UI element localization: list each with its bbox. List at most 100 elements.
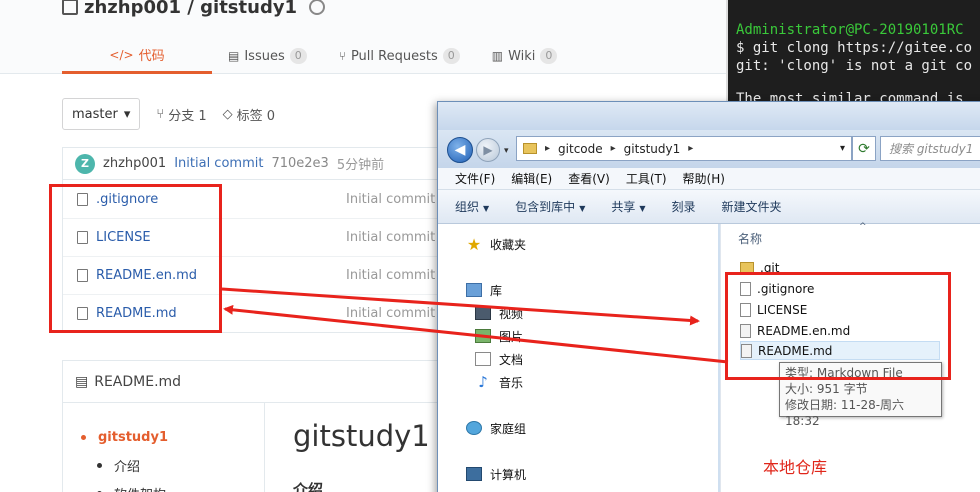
chevron-down-icon: ▾ [123,106,131,122]
burn-button[interactable]: 刻录 [672,198,696,215]
repo-name[interactable]: zhzhp001 / gitstudy1 [84,0,297,18]
nav-label: 库 [490,283,503,298]
branch-select[interactable]: master ▾ [62,98,141,130]
address-bar[interactable]: ▸ gitcode ▸ gitstudy1 ▸ ▾ [516,136,852,161]
column-header-name[interactable]: 名称 [738,230,762,247]
local-files-highlight [725,272,951,380]
nav-music[interactable]: ♪ 音乐 [475,372,523,392]
wiki-count-badge: 0 [540,48,558,64]
breadcrumb-item[interactable]: gitstudy1 [624,142,681,156]
refresh-icon[interactable]: ⟳ [852,136,876,161]
include-in-library-button[interactable]: 包含到库中 ▼ [515,198,585,215]
tab-issues[interactable]: ▤ Issues 0 [212,38,323,74]
breadcrumb-separator-icon[interactable]: ▸ [611,143,616,154]
readme-subtitle: 介绍 [293,481,324,492]
toc-item[interactable]: gitstudy1 [81,423,264,451]
share-label: 共享 [611,200,636,214]
bullet-icon [97,462,102,468]
terminal-output: git: 'clong' is not a git co [736,58,973,74]
readme-header: ▤ README.md [63,361,461,403]
breadcrumb-separator-icon[interactable]: ▸ [688,143,693,154]
branches-count: 分支 1 [168,108,207,124]
commit-message[interactable]: Initial commit [174,156,263,171]
branch-name: master [72,106,118,122]
toc-item[interactable]: 介绍 [81,451,264,479]
settings-icon[interactable] [309,0,326,15]
nav-video[interactable]: 视频 [475,303,523,323]
nav-computer[interactable]: 计算机 [466,464,526,484]
nav-documents[interactable]: 文档 [475,349,523,369]
file-commit-message[interactable]: Initial commit [346,192,435,207]
menu-help[interactable]: 帮助(H) [683,170,725,187]
navigation-pane: ★ 收藏夹 库 视频 图片 文档 ♪ 音乐 家庭组 计算机 [438,224,718,492]
branch-icon: ⑂ [156,106,165,122]
music-icon: ♪ [478,373,488,391]
nav-library[interactable]: 库 [466,280,502,300]
tab-wiki[interactable]: ▥ Wiki 0 [476,38,574,74]
explorer-command-bar: 组织 ▼ 包含到库中 ▼ 共享 ▼ 刻录 新建文件夹 [438,190,980,224]
readme-panel: ▤ README.md gitstudy1 介绍 软件架构 gitstudy1 … [62,360,462,492]
menu-file[interactable]: 文件(F) [455,170,495,187]
nav-pictures[interactable]: 图片 [475,326,523,346]
commit-author[interactable]: zhzhp001 [103,156,166,171]
file-commit-message[interactable]: Initial commit [346,268,435,283]
forward-icon[interactable]: ▶ [476,138,500,162]
explorer-menubar: 文件(F) 编辑(E) 查看(V) 工具(T) 帮助(H) [438,168,980,190]
tab-code-label: 代码 [138,49,165,64]
branch-row: master ▾ ⑂ 分支 1 ◇ 标签 0 [62,98,275,130]
tab-pull-requests[interactable]: ⑂ Pull Requests 0 [323,38,476,74]
breadcrumb-separator-icon[interactable]: ▸ [545,143,550,154]
wiki-icon: ▥ [491,49,504,63]
search-input[interactable]: 搜索 gitstudy1 [880,136,980,161]
commit-sha[interactable]: 710e2e3 [271,156,328,171]
readme-filename: README.md [94,373,182,390]
pull-requests-count-badge: 0 [442,48,460,64]
back-icon[interactable]: ◀ [447,137,473,163]
homegroup-icon [466,421,482,435]
tab-pull-requests-label: Pull Requests [350,48,438,64]
file-commit-message[interactable]: Initial commit [346,230,435,245]
branches-link[interactable]: ⑂ 分支 1 [156,105,206,124]
toc-label: 介绍 [114,459,141,475]
file-commit-message[interactable]: Initial commit [346,306,435,321]
nav-label: 视频 [499,306,524,321]
nav-label: 音乐 [499,375,524,390]
computer-icon [466,467,482,481]
explorer-titlebar[interactable] [438,102,980,130]
avatar[interactable]: Z [75,153,95,174]
local-repo-annotation: 本地仓库 [763,458,828,477]
toc-label: gitstudy1 [98,429,169,445]
repo-tabs: </> 代码 ▤ Issues 0 ⑂ Pull Requests 0 ▥ Wi… [62,38,573,74]
bullet-icon [81,434,86,440]
pictures-icon [475,329,491,343]
tooltip-size: 大小: 951 字节 [785,382,868,396]
organize-button[interactable]: 组织 ▼ [455,198,489,215]
toc-label: 软件架构 [114,484,166,492]
tags-link[interactable]: ◇ 标签 0 [223,105,275,124]
menu-view[interactable]: 查看(V) [568,170,610,187]
nav-label: 收藏夹 [490,237,527,252]
repo-title-bar: zhzhp001 / gitstudy1 [62,0,326,20]
nav-favorites[interactable]: ★ 收藏夹 [466,234,526,254]
organize-label: 组织 [455,200,480,214]
tab-code[interactable]: </> 代码 [62,38,212,74]
folder-icon [523,143,537,154]
toc-item[interactable]: 软件架构 [81,479,264,492]
code-icon: </> [109,47,134,62]
book-icon: ▤ [75,373,89,390]
sort-indicator-icon: ^ [859,222,867,232]
breadcrumb-item[interactable]: gitcode [558,142,603,156]
share-button[interactable]: 共享 ▼ [611,198,645,215]
latest-commit: Z zhzhp001 Initial commit 710e2e3 5分钟前 [62,147,462,179]
readme-toc: gitstudy1 介绍 软件架构 [63,403,265,492]
commit-time: 5分钟前 [336,158,385,173]
address-dropdown-icon[interactable]: ▾ [840,143,845,154]
new-folder-button[interactable]: 新建文件夹 [722,198,782,215]
library-icon [466,283,482,297]
menu-edit[interactable]: 编辑(E) [511,170,552,187]
nav-homegroup[interactable]: 家庭组 [466,418,526,438]
star-icon: ★ [466,234,482,254]
history-dropdown-icon[interactable]: ▾ [504,146,509,156]
menu-tools[interactable]: 工具(T) [626,170,667,187]
nav-label: 图片 [499,329,524,344]
